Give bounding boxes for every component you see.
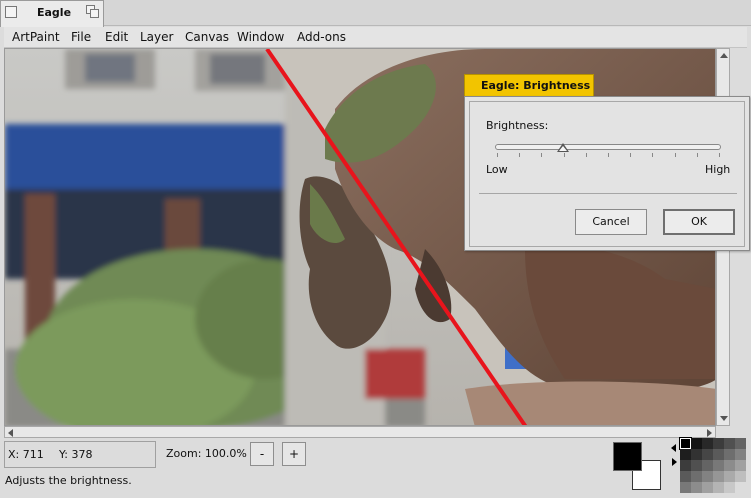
menu-add-ons[interactable]: Add-ons — [297, 30, 346, 44]
palette-swatch[interactable] — [680, 471, 691, 482]
palette-swatch[interactable] — [680, 460, 691, 471]
slider-tick — [585, 153, 587, 157]
dialog-title-tab[interactable]: Eagle: Brightness — [464, 74, 594, 96]
menu-file[interactable]: File — [71, 30, 91, 44]
status-message: Adjusts the brightness. — [5, 474, 132, 487]
slider-tick — [608, 153, 609, 157]
zoom-window-icon[interactable] — [86, 5, 100, 19]
menu-window[interactable]: Window — [237, 30, 284, 44]
cancel-button[interactable]: Cancel — [575, 209, 647, 235]
menu-layer[interactable]: Layer — [140, 30, 173, 44]
palette-swatch[interactable] — [735, 449, 746, 460]
slider-tick — [652, 153, 654, 157]
color-palette[interactable] — [679, 437, 747, 493]
foreground-color-swatch[interactable] — [613, 442, 642, 471]
slider-tick — [630, 153, 632, 157]
palette-swatch[interactable] — [702, 449, 713, 460]
slider-tick — [719, 153, 720, 157]
palette-next-icon[interactable] — [672, 458, 677, 466]
x-coordinate: X: 711 — [8, 448, 44, 461]
slider-tick — [563, 153, 565, 157]
brightness-dialog: Brightness: Low High Cancel OK — [464, 96, 750, 251]
palette-swatch[interactable] — [735, 471, 746, 482]
palette-swatch[interactable] — [691, 471, 702, 482]
palette-swatch[interactable] — [680, 482, 691, 493]
zoom-level: Zoom: 100.0% — [166, 447, 247, 460]
palette-swatch[interactable] — [713, 471, 724, 482]
slider-low-label: Low — [486, 163, 508, 176]
palette-swatch[interactable] — [691, 460, 702, 471]
zoom-out-button[interactable]: - — [250, 442, 274, 466]
palette-swatch[interactable] — [680, 449, 691, 460]
palette-swatch[interactable] — [691, 438, 702, 449]
menu-canvas[interactable]: Canvas — [185, 30, 229, 44]
palette-swatch[interactable] — [679, 437, 692, 450]
ok-button[interactable]: OK — [663, 209, 735, 235]
palette-swatch[interactable] — [702, 460, 713, 471]
slider-tick — [497, 153, 498, 157]
palette-previous-icon[interactable] — [671, 444, 676, 452]
artpaint-window: Eagle ArtPaint File Edit Layer Canvas Wi… — [0, 0, 751, 498]
scroll-left-icon[interactable] — [8, 429, 13, 437]
palette-swatch[interactable] — [702, 438, 713, 449]
palette-swatch[interactable] — [724, 438, 735, 449]
slider-thumb-highlight — [558, 146, 567, 151]
slider-tick — [541, 153, 543, 157]
slider-tick — [674, 153, 676, 157]
palette-swatch[interactable] — [691, 449, 702, 460]
zoom-in-button[interactable]: + — [282, 442, 306, 466]
window-tab[interactable]: Eagle — [0, 0, 104, 27]
palette-swatch[interactable] — [713, 449, 724, 460]
scroll-up-icon[interactable] — [720, 53, 728, 58]
dialog-divider — [479, 193, 737, 194]
scroll-right-icon[interactable] — [707, 429, 712, 437]
menu-edit[interactable]: Edit — [105, 30, 128, 44]
palette-swatch[interactable] — [713, 438, 724, 449]
slider-tick — [519, 153, 521, 157]
coordinates-readout: X: 711 Y: 378 — [4, 441, 156, 468]
brightness-slider[interactable] — [495, 144, 721, 150]
palette-swatch[interactable] — [724, 482, 735, 493]
palette-swatch[interactable] — [691, 482, 702, 493]
y-coordinate: Y: 378 — [59, 448, 93, 461]
slider-tick — [696, 153, 698, 157]
palette-swatch[interactable] — [713, 482, 724, 493]
palette-swatch[interactable] — [724, 471, 735, 482]
palette-swatch[interactable] — [735, 460, 746, 471]
horizontal-scrollbar[interactable] — [4, 426, 716, 438]
title-bar: Eagle — [0, 0, 751, 27]
palette-swatch[interactable] — [724, 449, 735, 460]
palette-swatch[interactable] — [702, 482, 713, 493]
palette-swatch[interactable] — [713, 460, 724, 471]
menu-artpaint[interactable]: ArtPaint — [12, 30, 60, 44]
close-icon[interactable] — [5, 6, 17, 18]
window-title: Eagle — [37, 6, 72, 19]
palette-swatch[interactable] — [735, 438, 746, 449]
palette-swatch[interactable] — [702, 471, 713, 482]
slider-high-label: High — [705, 163, 731, 176]
dialog-title: Eagle: Brightness — [481, 79, 591, 92]
palette-swatch[interactable] — [735, 482, 746, 493]
menu-bar: ArtPaint File Edit Layer Canvas Window A… — [4, 27, 747, 48]
brightness-label: Brightness: — [486, 119, 549, 132]
palette-swatch[interactable] — [724, 460, 735, 471]
scroll-down-icon[interactable] — [720, 416, 728, 421]
